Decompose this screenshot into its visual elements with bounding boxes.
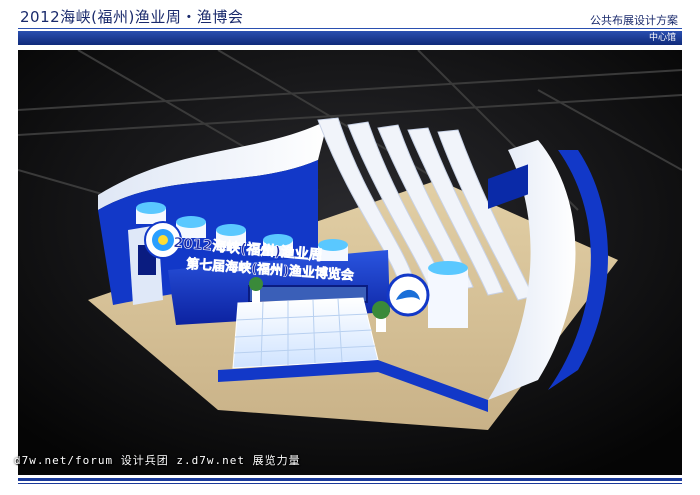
- hall-badge: 中心馆: [648, 33, 676, 43]
- watermark: d7w.net/forum 设计兵团 z.d7w.net 展览力量: [14, 454, 301, 467]
- header-bar: 中心馆: [18, 28, 682, 45]
- page-title: 2012海峡(福州)渔业周・渔博会: [20, 8, 244, 26]
- page-subtitle: 公共布展设计方案: [590, 14, 678, 27]
- header-rule: [18, 28, 682, 29]
- booth-rendering: 2012海峡(福州)渔业周 第七届海峡(福州)渔业博览会: [18, 50, 682, 475]
- logo-right: [386, 273, 430, 317]
- footer-rule-thin: [18, 483, 682, 484]
- booth-illustration: 2012海峡(福州)渔业周 第七届海峡(福州)渔业博览会: [18, 50, 682, 475]
- footer-rule: [18, 478, 682, 481]
